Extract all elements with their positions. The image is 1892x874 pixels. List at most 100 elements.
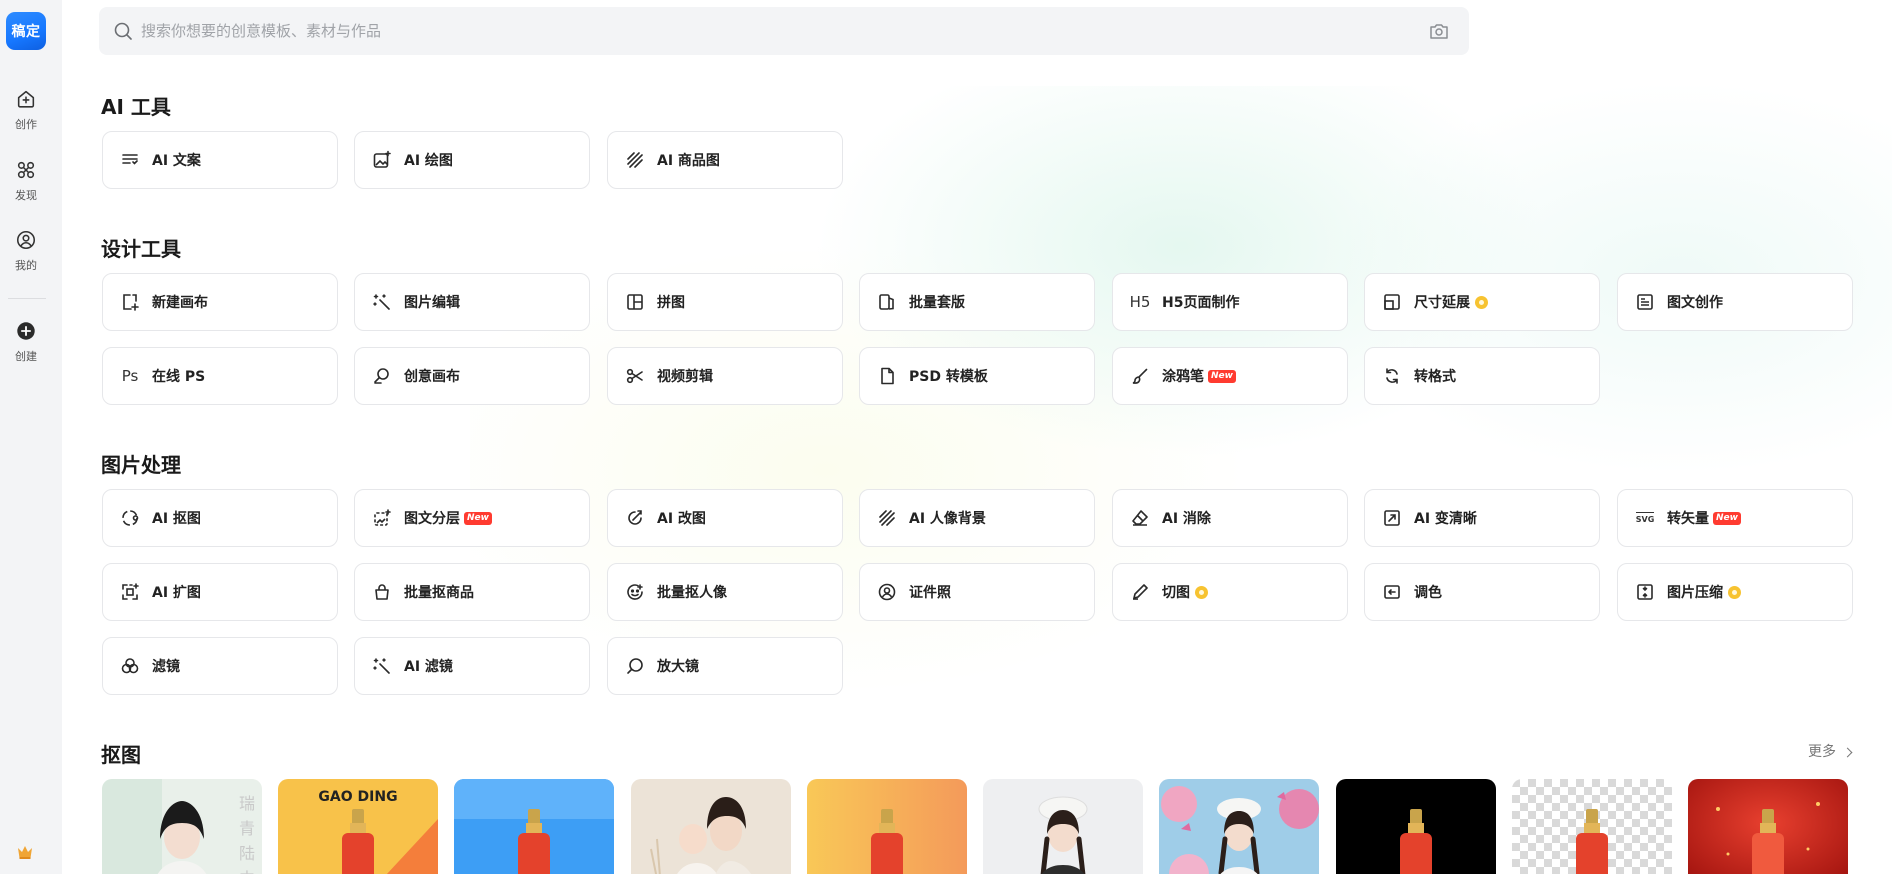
sidebar: 稿定 创作 发现 我的 创建 xyxy=(0,0,62,874)
compress-icon xyxy=(1635,582,1655,602)
tool-card-new-canvas[interactable]: 新建画布 xyxy=(102,273,338,331)
tool-label: 放大镜 xyxy=(657,659,699,675)
thumbnail-woman-portrait[interactable]: 瑞 青 陆 中 xyxy=(102,779,262,874)
section-title-image-processing: 图片处理 xyxy=(101,453,181,477)
face-icon xyxy=(625,582,645,602)
filter-icon xyxy=(120,656,140,676)
tool-card-ai-erase[interactable]: AI 消除 xyxy=(1112,489,1348,547)
scissors-icon xyxy=(625,366,645,386)
tool-card-color-adjust[interactable]: 调色 xyxy=(1364,563,1600,621)
thumbnail-serum-yellow[interactable]: GAO DING xyxy=(278,779,438,874)
sidebar-item-discover[interactable]: 发现 xyxy=(0,159,52,203)
tool-label: AI 消除 xyxy=(1162,511,1211,527)
file-icon xyxy=(877,366,897,386)
tool-card-magnifier[interactable]: 放大镜 xyxy=(607,637,843,695)
tool-card-batch-template[interactable]: 批量套版 xyxy=(859,273,1095,331)
tool-label: PSD 转模板 xyxy=(909,369,988,385)
tool-card-ai-drawing[interactable]: AI 绘图 xyxy=(354,131,590,189)
tool-card-id-photo[interactable]: 证件照 xyxy=(859,563,1095,621)
tool-label: AI 商品图 xyxy=(657,153,720,169)
thumbnail-serum-red[interactable] xyxy=(1688,779,1848,874)
sidebar-item-create[interactable]: 创作 xyxy=(0,88,52,132)
cutout-icon xyxy=(120,508,140,528)
home-plus-icon xyxy=(17,90,35,108)
diagonal-lines-icon xyxy=(625,150,645,170)
tool-card-psd-to-template[interactable]: PSD 转模板 xyxy=(859,347,1095,405)
tool-card-batch-product-cutout[interactable]: 批量抠商品 xyxy=(354,563,590,621)
tool-card-slice[interactable]: 切图 xyxy=(1112,563,1348,621)
tool-label: AI 人像背景 xyxy=(909,511,986,527)
profile-icon xyxy=(16,230,36,250)
vip-badge-icon xyxy=(1195,585,1208,599)
tool-card-h5[interactable]: H5 H5页面制作 xyxy=(1112,273,1348,331)
h5-icon-text: H5 xyxy=(1129,293,1151,311)
tool-card-online-ps[interactable]: Ps 在线 PS xyxy=(102,347,338,405)
svg-icon-text: SVG xyxy=(1635,512,1655,524)
tool-card-resize[interactable]: 尺寸延展 xyxy=(1364,273,1600,331)
tool-card-batch-portrait-cutout[interactable]: 批量抠人像 xyxy=(607,563,843,621)
app-logo[interactable]: 稿定 xyxy=(6,12,46,50)
tool-card-ai-product-image[interactable]: AI 商品图 xyxy=(607,131,843,189)
tool-card-ai-portrait-bg[interactable]: AI 人像背景 xyxy=(859,489,1095,547)
tool-label: H5页面制作 xyxy=(1162,295,1240,311)
tool-label: 图文分层 xyxy=(404,511,460,527)
batch-template-icon xyxy=(877,292,897,312)
tool-card-layering[interactable]: 图文分层 New xyxy=(354,489,590,547)
tool-card-doodle-pen[interactable]: 涂鸦笔 New xyxy=(1112,347,1348,405)
tool-card-collage[interactable]: 拼图 xyxy=(607,273,843,331)
tool-card-ai-expand[interactable]: AI 扩图 xyxy=(102,563,338,621)
tool-card-video-edit[interactable]: 视频剪辑 xyxy=(607,347,843,405)
svg-text:中: 中 xyxy=(239,869,255,874)
thumbnail-mother-baby[interactable] xyxy=(631,779,791,874)
tool-card-ai-edit-image[interactable]: AI 改图 xyxy=(607,489,843,547)
tool-card-ai-enhance[interactable]: AI 变清晰 xyxy=(1364,489,1600,547)
tool-card-to-vector[interactable]: SVG 转矢量 New xyxy=(1617,489,1853,547)
search-input[interactable] xyxy=(141,22,1381,40)
tool-card-ai-copywriting[interactable]: AI 文案 xyxy=(102,131,338,189)
tool-card-convert-format[interactable]: 转格式 xyxy=(1364,347,1600,405)
tool-label: 尺寸延展 xyxy=(1414,295,1470,311)
tool-label: 视频剪辑 xyxy=(657,369,713,385)
tool-label: 拼图 xyxy=(657,295,685,311)
tool-label: 批量套版 xyxy=(909,295,965,311)
tool-card-article[interactable]: 图文创作 xyxy=(1617,273,1853,331)
thumbnail-girl-butterfly[interactable] xyxy=(1159,779,1319,874)
tool-label: 证件照 xyxy=(909,585,951,601)
tool-label: 批量抠商品 xyxy=(404,585,474,601)
tool-card-filter[interactable]: 滤镜 xyxy=(102,637,338,695)
tool-label: 创意画布 xyxy=(404,369,460,385)
tool-label: 图片编辑 xyxy=(404,295,460,311)
tool-card-compress[interactable]: 图片压缩 xyxy=(1617,563,1853,621)
thumbnail-serum-black[interactable] xyxy=(1336,779,1496,874)
discover-icon xyxy=(17,161,35,179)
text-lines-icon xyxy=(120,150,140,170)
tool-card-creative-canvas[interactable]: 创意画布 xyxy=(354,347,590,405)
sidebar-item-mine[interactable]: 我的 xyxy=(0,229,52,273)
tool-card-image-edit[interactable]: 图片编辑 xyxy=(354,273,590,331)
sidebar-item-new[interactable]: 创建 xyxy=(0,320,52,364)
camera-icon[interactable] xyxy=(1429,22,1449,40)
tool-label: 在线 PS xyxy=(152,369,206,385)
new-badge: New xyxy=(464,511,492,525)
thumb-caption: 瑞 xyxy=(239,794,255,813)
thumbnail-serum-blue[interactable] xyxy=(454,779,614,874)
svg-icon: SVG xyxy=(1635,508,1655,528)
tool-card-ai-filter[interactable]: AI 滤镜 xyxy=(354,637,590,695)
search-bar xyxy=(99,7,1469,55)
collage-grid-icon xyxy=(625,292,645,312)
crown-icon[interactable] xyxy=(16,844,34,860)
tool-label: 滤镜 xyxy=(152,659,180,675)
more-label: 更多 xyxy=(1808,744,1836,760)
tool-card-ai-cutout[interactable]: AI 抠图 xyxy=(102,489,338,547)
tool-label: 涂鸦笔 xyxy=(1162,369,1204,385)
magic-wand-icon xyxy=(372,656,392,676)
section-title-ai-tools: AI 工具 xyxy=(101,95,171,119)
chevron-right-icon xyxy=(1843,747,1853,758)
tool-label: AI 文案 xyxy=(152,153,201,169)
thumbnail-girl-hat-gray[interactable] xyxy=(983,779,1143,874)
thumbnail-serum-transparent[interactable] xyxy=(1512,779,1672,874)
pen-icon xyxy=(1130,582,1150,602)
thumbnail-serum-orange[interactable] xyxy=(807,779,967,874)
svg-text:陆: 陆 xyxy=(239,844,255,863)
more-link[interactable]: 更多 xyxy=(1808,741,1853,761)
